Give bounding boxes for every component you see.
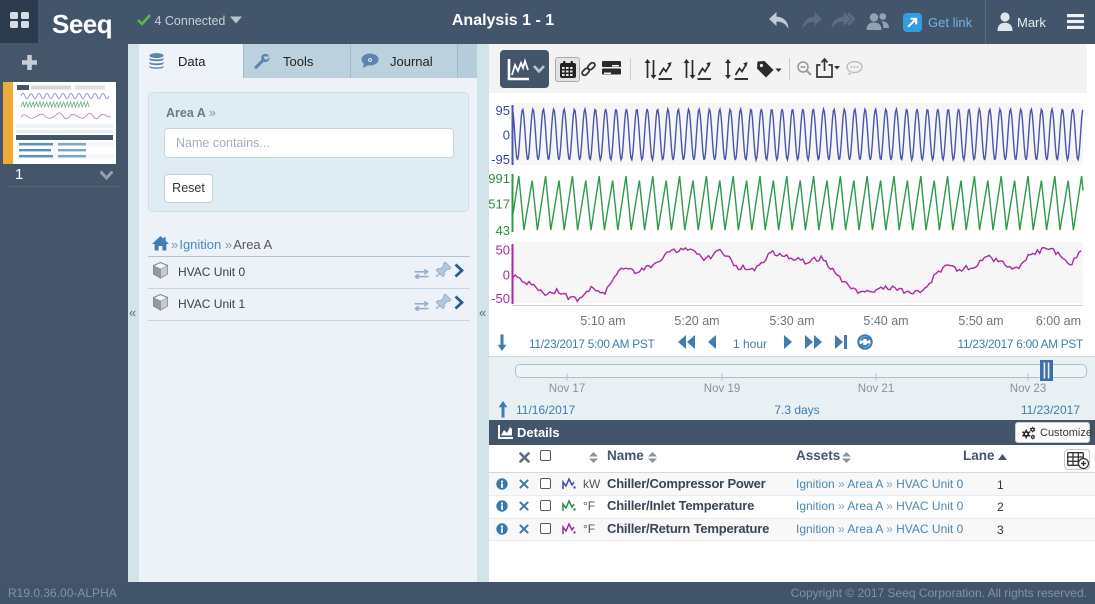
svg-text:95: 95 — [496, 103, 510, 118]
svg-text:43: 43 — [496, 223, 510, 238]
svg-text:50: 50 — [496, 243, 510, 258]
svg-text:o: o — [368, 57, 372, 64]
svg-text:-95: -95 — [491, 152, 510, 167]
svg-text:-50: -50 — [491, 291, 510, 306]
svg-text:517: 517 — [489, 197, 510, 212]
svg-text:0: 0 — [503, 128, 510, 143]
svg-text:991: 991 — [489, 171, 510, 186]
svg-text:0: 0 — [503, 268, 510, 283]
